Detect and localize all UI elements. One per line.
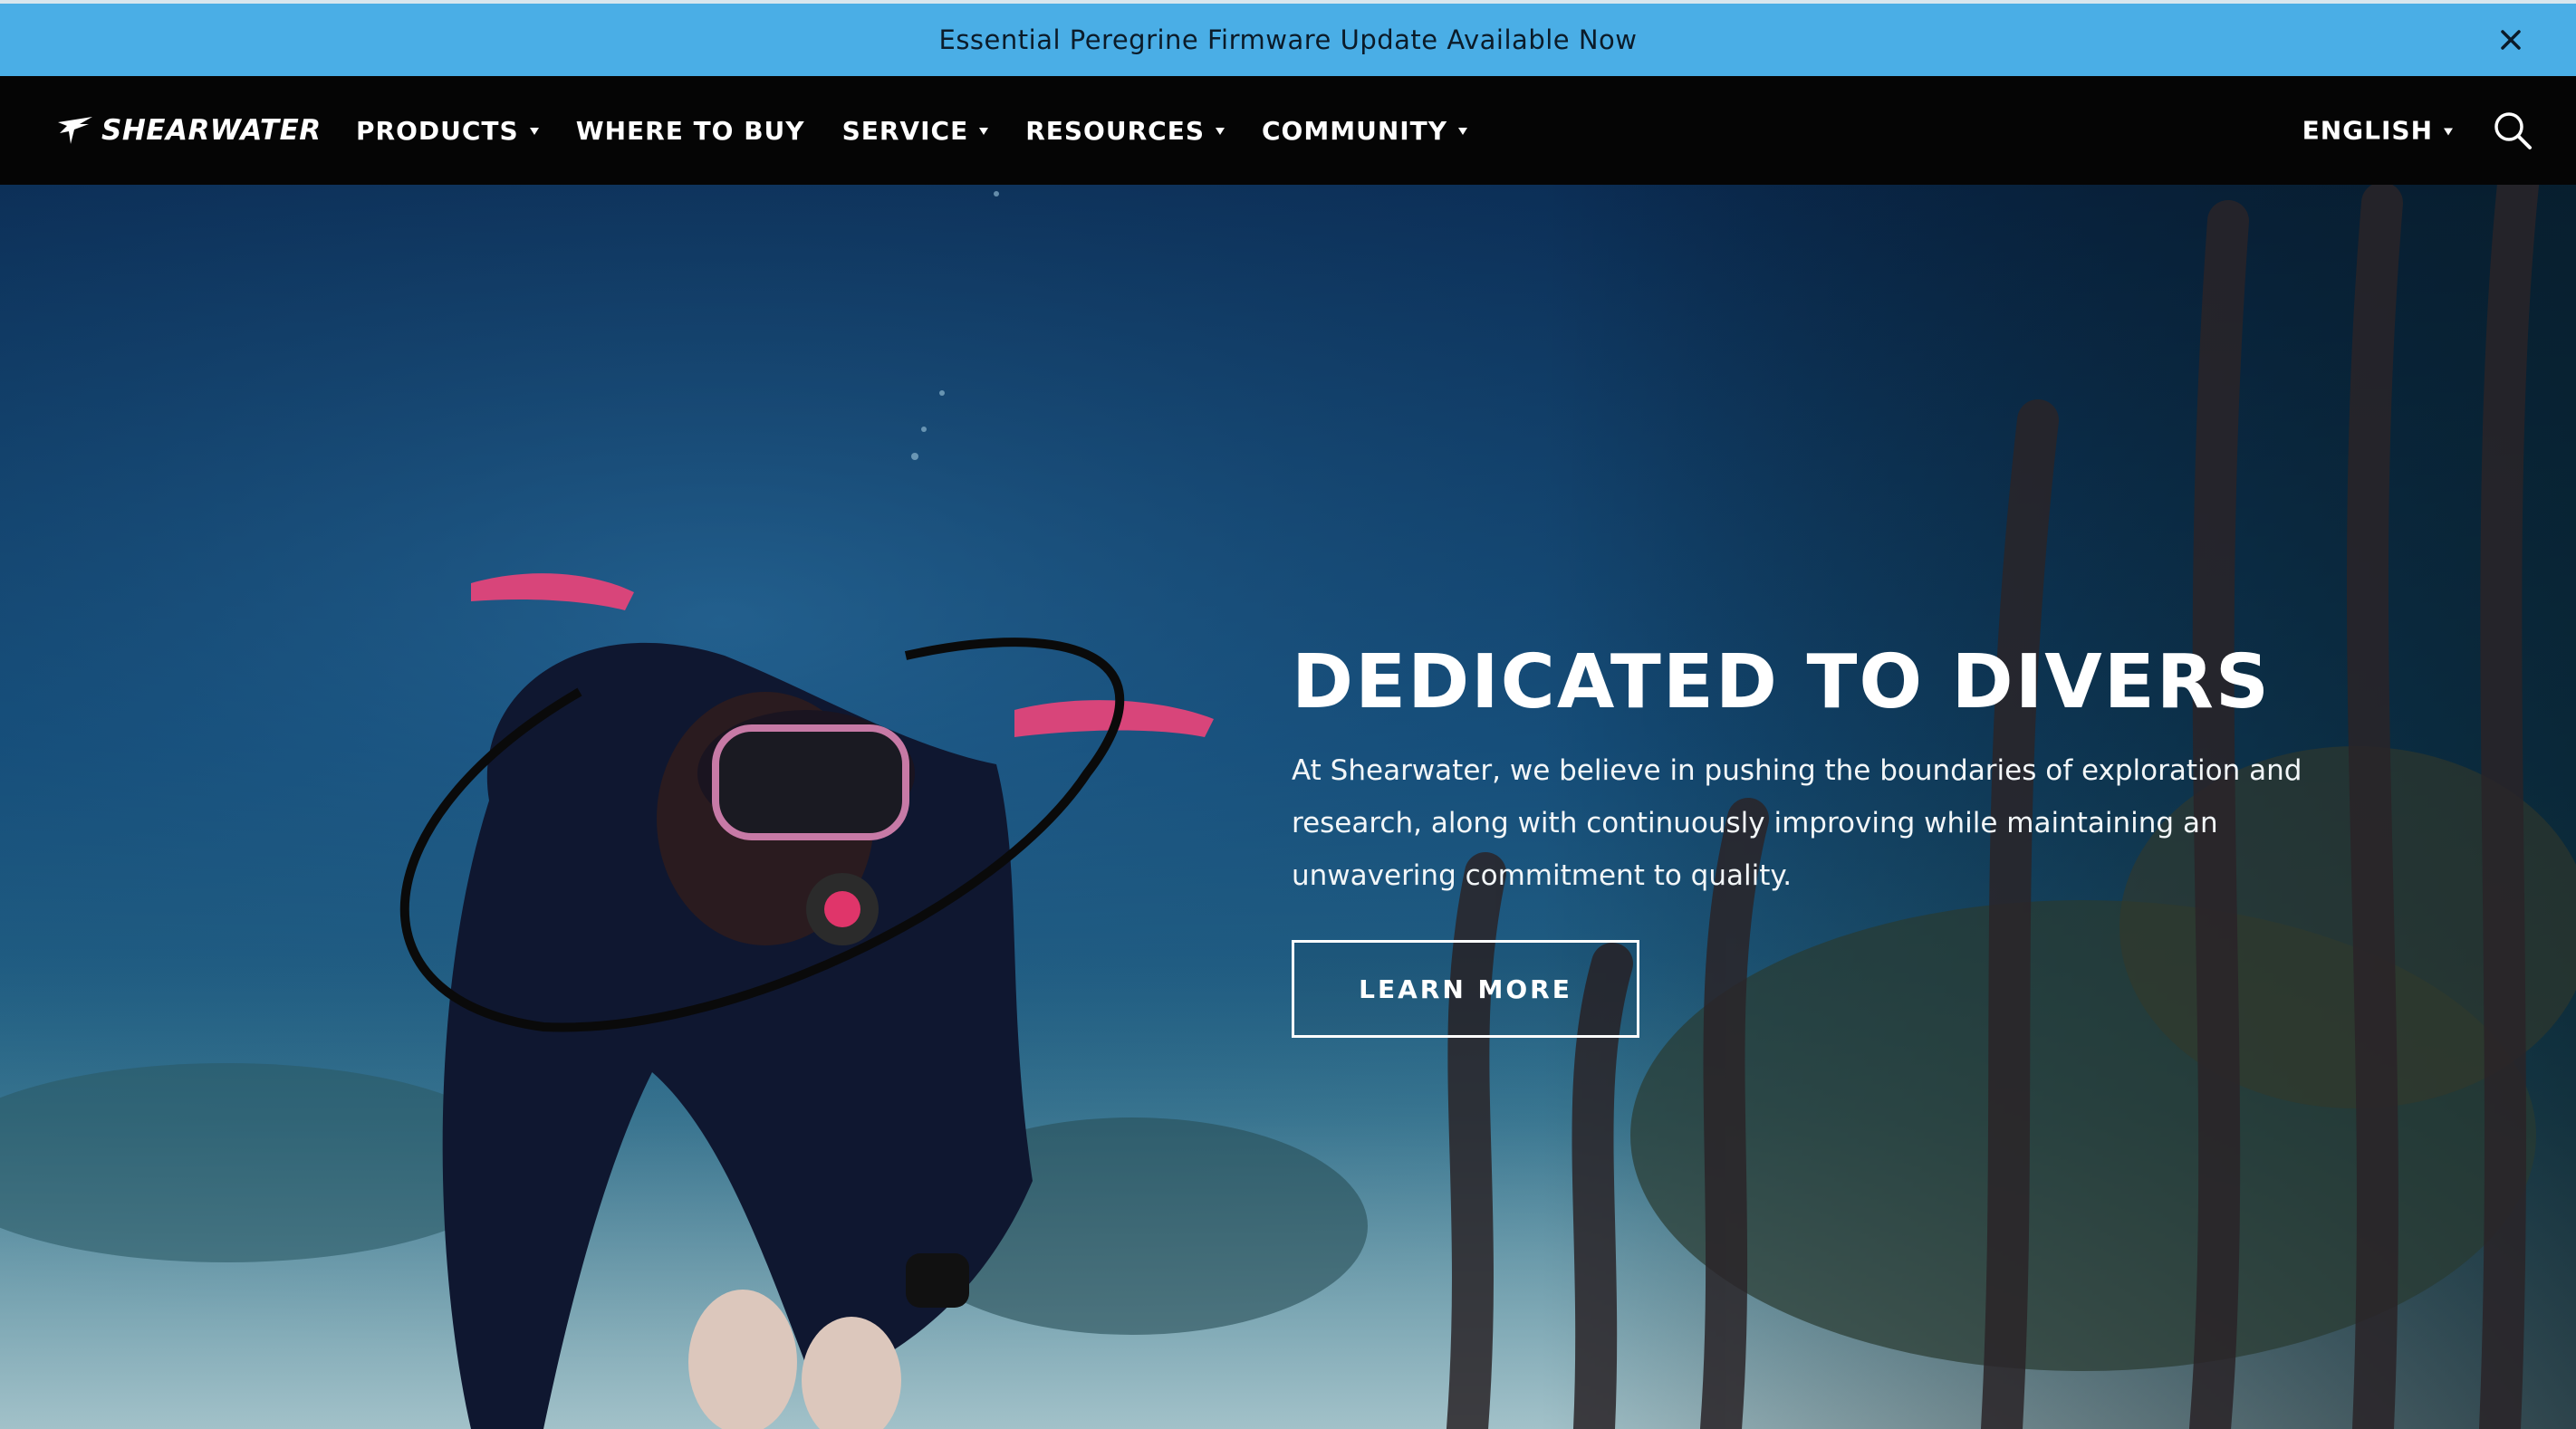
hero-content: DEDICATED TO DIVERS At Shearwater, we be… [1292, 638, 2360, 1038]
learn-more-label: LEARN MORE [1359, 973, 1572, 1004]
caret-down-icon [979, 128, 989, 135]
caret-down-icon [2444, 128, 2453, 135]
announcement-text[interactable]: Essential Peregrine Firmware Update Avai… [939, 24, 1638, 55]
nav-item-products[interactable]: PRODUCTS [356, 116, 539, 146]
announcement-bar: Essential Peregrine Firmware Update Avai… [0, 0, 2576, 76]
shearwater-logo[interactable]: SHEARWATER [56, 114, 322, 147]
main-nav: SHEARWATER PRODUCTS WHERE TO BUY SERVICE… [0, 76, 2576, 185]
nav-item-label: RESOURCES [1025, 115, 1205, 146]
logo-bird-icon [58, 117, 92, 144]
caret-down-icon [1458, 128, 1468, 135]
nav-item-label: PRODUCTS [356, 115, 519, 146]
hero-title: DEDICATED TO DIVERS [1292, 639, 2271, 725]
caret-down-icon [529, 128, 539, 135]
caret-down-icon [1216, 128, 1225, 135]
close-icon[interactable] [2494, 24, 2527, 56]
nav-item-resources[interactable]: RESOURCES [1025, 116, 1225, 146]
hero-description: At Shearwater, we believe in pushing the… [1292, 754, 2302, 892]
logo-text: SHEARWATER [101, 114, 322, 147]
search-icon[interactable] [2493, 110, 2533, 150]
language-selector[interactable]: ENGLISH [2302, 116, 2453, 146]
hero-section: DEDICATED TO DIVERS At Shearwater, we be… [0, 185, 2576, 1429]
nav-item-label: COMMUNITY [1262, 115, 1448, 146]
language-label: ENGLISH [2302, 115, 2433, 146]
nav-item-where-to-buy[interactable]: WHERE TO BUY [576, 116, 805, 146]
nav-item-service[interactable]: SERVICE [842, 116, 989, 146]
nav-item-label: WHERE TO BUY [575, 115, 805, 146]
learn-more-button[interactable]: LEARN MORE [1292, 940, 1639, 1038]
nav-item-label: SERVICE [841, 115, 969, 146]
nav-menu: PRODUCTS WHERE TO BUY SERVICE RESOURCES … [356, 76, 1504, 185]
nav-item-community[interactable]: COMMUNITY [1262, 115, 1468, 146]
